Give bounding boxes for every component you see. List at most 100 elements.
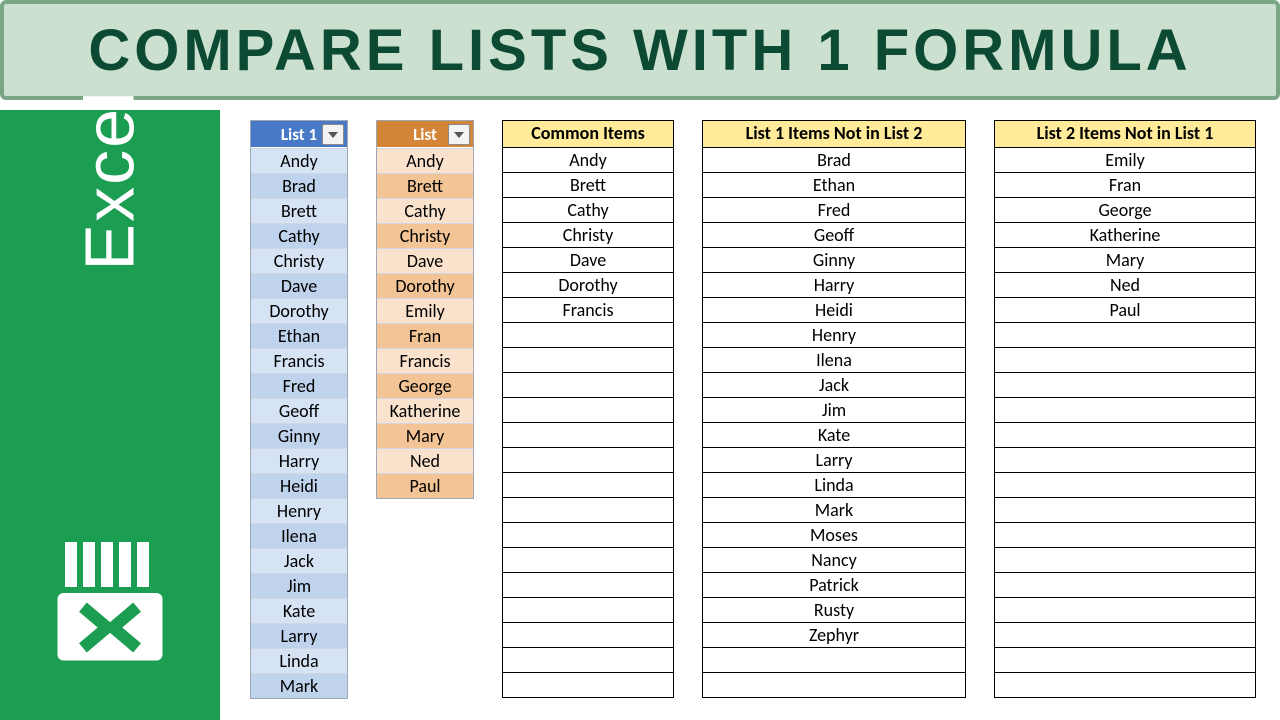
list2-not-in-list1-cell[interactable] <box>994 473 1256 498</box>
list2-not-in-list1-cell[interactable]: George <box>994 198 1256 223</box>
list1-row[interactable]: Linda <box>251 648 347 673</box>
list1-not-in-list2-cell[interactable]: Larry <box>702 448 966 473</box>
common-items-cell[interactable] <box>502 448 674 473</box>
list2-not-in-list1-cell[interactable] <box>994 648 1256 673</box>
list1-row[interactable]: Mark <box>251 673 347 698</box>
list1-not-in-list2-cell[interactable]: Jack <box>702 373 966 398</box>
common-items-cell[interactable] <box>502 373 674 398</box>
common-items-cell[interactable] <box>502 573 674 598</box>
list2-header[interactable]: List <box>377 121 473 148</box>
list1-not-in-list2-cell[interactable]: Jim <box>702 398 966 423</box>
list1-row[interactable]: Jim <box>251 573 347 598</box>
list1-not-in-list2-cell[interactable]: Ilena <box>702 348 966 373</box>
list1-not-in-list2-cell[interactable]: Nancy <box>702 548 966 573</box>
list1-not-in-list2-cell[interactable] <box>702 648 966 673</box>
list2-row[interactable]: Francis <box>377 348 473 373</box>
list1-not-in-list2-cell[interactable]: Zephyr <box>702 623 966 648</box>
common-items-cell[interactable] <box>502 523 674 548</box>
list2-not-in-list1-cell[interactable]: Fran <box>994 173 1256 198</box>
list1-row[interactable]: Fred <box>251 373 347 398</box>
common-items-cell[interactable] <box>502 648 674 673</box>
list1-row[interactable]: Dorothy <box>251 298 347 323</box>
common-items-cell[interactable] <box>502 398 674 423</box>
list2-not-in-list1-cell[interactable] <box>994 448 1256 473</box>
common-items-cell[interactable] <box>502 498 674 523</box>
filter-dropdown-icon[interactable] <box>322 124 344 145</box>
list1-not-in-list2-cell[interactable]: Geoff <box>702 223 966 248</box>
common-items-cell[interactable]: Cathy <box>502 198 674 223</box>
list1-row[interactable]: Henry <box>251 498 347 523</box>
common-items-cell[interactable] <box>502 423 674 448</box>
list2-row[interactable]: Fran <box>377 323 473 348</box>
list1-row[interactable]: Harry <box>251 448 347 473</box>
common-items-cell[interactable] <box>502 598 674 623</box>
list2-not-in-list1-cell[interactable]: Ned <box>994 273 1256 298</box>
common-items-cell[interactable]: Francis <box>502 298 674 323</box>
list1-not-in-list2-cell[interactable]: Ginny <box>702 248 966 273</box>
list1-row[interactable]: Brad <box>251 173 347 198</box>
common-items-cell[interactable]: Christy <box>502 223 674 248</box>
common-items-cell[interactable] <box>502 673 674 698</box>
list2-not-in-list1-cell[interactable] <box>994 498 1256 523</box>
list2-row[interactable]: Katherine <box>377 398 473 423</box>
list1-row[interactable]: Christy <box>251 248 347 273</box>
list2-not-in-list1-cell[interactable]: Katherine <box>994 223 1256 248</box>
list1-row[interactable]: Ethan <box>251 323 347 348</box>
list2-not-in-list1-cell[interactable]: Paul <box>994 298 1256 323</box>
common-items-cell[interactable] <box>502 623 674 648</box>
common-items-cell[interactable]: Brett <box>502 173 674 198</box>
list1-row[interactable]: Francis <box>251 348 347 373</box>
list1-not-in-list2-cell[interactable]: Henry <box>702 323 966 348</box>
list2-not-in-list1-cell[interactable] <box>994 598 1256 623</box>
list1-row[interactable]: Brett <box>251 198 347 223</box>
list2-row[interactable]: Cathy <box>377 198 473 223</box>
common-items-cell[interactable] <box>502 548 674 573</box>
list2-row[interactable]: George <box>377 373 473 398</box>
list2-row[interactable]: Ned <box>377 448 473 473</box>
common-items-cell[interactable]: Dave <box>502 248 674 273</box>
common-items-cell[interactable] <box>502 348 674 373</box>
list2-row[interactable]: Emily <box>377 298 473 323</box>
common-items-cell[interactable] <box>502 323 674 348</box>
list1-not-in-list2-cell[interactable]: Mark <box>702 498 966 523</box>
list1-not-in-list2-cell[interactable] <box>702 673 966 698</box>
list1-row[interactable]: Cathy <box>251 223 347 248</box>
list2-not-in-list1-cell[interactable] <box>994 373 1256 398</box>
list2-row[interactable]: Christy <box>377 223 473 248</box>
list2-not-in-list1-cell[interactable] <box>994 623 1256 648</box>
list1-row[interactable]: Ginny <box>251 423 347 448</box>
list2-row[interactable]: Paul <box>377 473 473 498</box>
list2-not-in-list1-cell[interactable] <box>994 548 1256 573</box>
list2-not-in-list1-cell[interactable] <box>994 673 1256 698</box>
list1-not-in-list2-cell[interactable]: Heidi <box>702 298 966 323</box>
common-items-cell[interactable]: Dorothy <box>502 273 674 298</box>
list2-row[interactable]: Andy <box>377 148 473 173</box>
list1-not-in-list2-cell[interactable]: Patrick <box>702 573 966 598</box>
list1-not-in-list2-cell[interactable]: Rusty <box>702 598 966 623</box>
list1-header[interactable]: List 1 <box>251 121 347 148</box>
list1-row[interactable]: Heidi <box>251 473 347 498</box>
list2-not-in-list1-cell[interactable] <box>994 423 1256 448</box>
list1-row[interactable]: Jack <box>251 548 347 573</box>
list2-not-in-list1-cell[interactable]: Mary <box>994 248 1256 273</box>
list2-not-in-list1-cell[interactable] <box>994 523 1256 548</box>
list1-row[interactable]: Kate <box>251 598 347 623</box>
list1-row[interactable]: Dave <box>251 273 347 298</box>
common-items-cell[interactable]: Andy <box>502 148 674 173</box>
list1-not-in-list2-cell[interactable]: Harry <box>702 273 966 298</box>
list1-row[interactable]: Ilena <box>251 523 347 548</box>
list1-not-in-list2-cell[interactable]: Fred <box>702 198 966 223</box>
list2-not-in-list1-cell[interactable] <box>994 398 1256 423</box>
list1-row[interactable]: Andy <box>251 148 347 173</box>
list2-row[interactable]: Dorothy <box>377 273 473 298</box>
list2-row[interactable]: Dave <box>377 248 473 273</box>
list2-not-in-list1-cell[interactable]: Emily <box>994 148 1256 173</box>
list1-not-in-list2-cell[interactable]: Moses <box>702 523 966 548</box>
list1-row[interactable]: Larry <box>251 623 347 648</box>
common-items-cell[interactable] <box>502 473 674 498</box>
list1-row[interactable]: Geoff <box>251 398 347 423</box>
list2-row[interactable]: Mary <box>377 423 473 448</box>
list2-not-in-list1-cell[interactable] <box>994 323 1256 348</box>
list1-not-in-list2-cell[interactable]: Kate <box>702 423 966 448</box>
list2-not-in-list1-cell[interactable] <box>994 348 1256 373</box>
